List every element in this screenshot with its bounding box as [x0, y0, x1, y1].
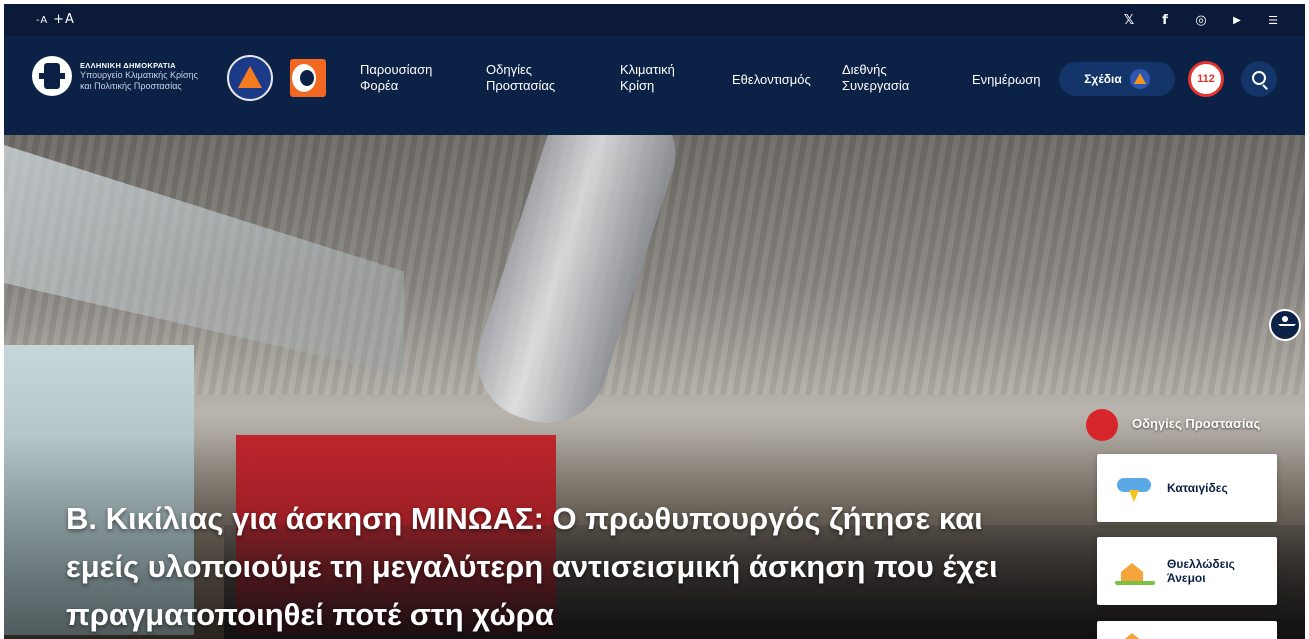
menu-item-label: Προστασίας: [486, 78, 556, 93]
menu-item-presentation[interactable]: Παρουσίαση Φορέα: [360, 62, 432, 94]
instagram-icon[interactable]: ◎: [1193, 12, 1209, 28]
guide-item-winds[interactable]: Θυελλώδεις Άνεμοι: [1097, 537, 1277, 605]
facebook-icon[interactable]: f: [1157, 12, 1173, 28]
menu-item-news[interactable]: Ενημέρωση: [972, 72, 1041, 88]
menu-item-international[interactable]: Διεθνής Συνεργασία: [842, 62, 909, 94]
ministry-logo-link[interactable]: ΕΛΛΗΝΙΚΗ ΔΗΜΟΚΡΑΤΙΑ Υπουργείο Κλιματικής…: [32, 56, 198, 96]
accessibility-icon[interactable]: [1269, 309, 1301, 341]
guide-item-next[interactable]: [1097, 621, 1277, 639]
civil-protection-icon: [1129, 69, 1150, 89]
ministry-line2: Υπουργείο Κλιματικής Κρίσης: [80, 69, 198, 80]
font-size-controls: -A +A: [36, 12, 75, 27]
search-icon[interactable]: [1241, 61, 1277, 97]
secondary-logo-icon[interactable]: [290, 59, 326, 97]
page: -A +A 𝕏 f ◎ ▶ ☰ ΕΛΛΗΝΙΚΗ ΔΗΜΟΚΡΑΤΙΑ Υπου…: [4, 4, 1305, 639]
ministry-line1: ΕΛΛΗΝΙΚΗ ΔΗΜΟΚΡΑΤΙΑ: [80, 60, 176, 70]
menu-item-protection-guide[interactable]: Οδηγίες Προστασίας: [486, 62, 555, 94]
plans-button[interactable]: Σχέδια: [1059, 62, 1175, 96]
menu-item-label: Οδηγίες: [486, 62, 533, 77]
guide-item-label: Θυελλώδεις Άνεμοι: [1167, 557, 1235, 585]
font-increase-button[interactable]: +A: [53, 12, 75, 27]
menu-item-label: Διεθνής: [842, 62, 887, 77]
menu-item-label: Εθελοντισμός: [732, 72, 811, 87]
storm-icon: [1115, 468, 1155, 508]
menu-item-label: Κρίση: [620, 78, 655, 93]
wind-house-icon: [1115, 551, 1155, 591]
menu-item-label: Παρουσίαση: [360, 62, 433, 77]
civil-protection-logo-icon[interactable]: [227, 55, 273, 101]
top-utility-bar: -A +A 𝕏 f ◎ ▶ ☰: [4, 4, 1305, 36]
protection-guide-header: Οδηγίες Προστασίας: [1086, 405, 1305, 445]
hero-headline[interactable]: Β. Κικίλιας για άσκηση ΜΙΝΩΑΣ: Ο πρωθυπο…: [66, 495, 1026, 639]
menu-item-label: Ενημέρωση: [972, 72, 1041, 87]
menu-item-label: Συνεργασία: [842, 78, 910, 93]
protection-guide-title: Οδηγίες Προστασίας: [1132, 416, 1261, 431]
rss-icon[interactable]: ☰: [1265, 12, 1281, 28]
font-decrease-button[interactable]: -A: [36, 15, 48, 26]
emergency-112-button[interactable]: 112: [1188, 61, 1224, 97]
emergency-label: 112: [1197, 73, 1215, 85]
guide-item-line2: Άνεμοι: [1167, 571, 1206, 585]
social-links: 𝕏 f ◎ ▶ ☰: [1121, 12, 1281, 28]
ministry-line3: και Πολιτικής Προστασίας: [80, 80, 182, 91]
menu-item-volunteering[interactable]: Εθελοντισμός: [732, 72, 811, 88]
menu-item-label: Κλιματική: [620, 62, 675, 77]
youtube-icon[interactable]: ▶: [1229, 12, 1245, 28]
guide-item-line1: Θυελλώδεις: [1167, 557, 1235, 571]
menu-item-climate-crisis[interactable]: Κλιματική Κρίση: [620, 62, 675, 94]
menu-item-label: Φορέα: [360, 78, 399, 93]
ministry-name: ΕΛΛΗΝΙΚΗ ΔΗΜΟΚΡΑΤΙΑ Υπουργείο Κλιματικής…: [80, 61, 198, 92]
greek-emblem-icon: [32, 56, 72, 96]
main-navigation: ΕΛΛΗΝΙΚΗ ΔΗΜΟΚΡΑΤΙΑ Υπουργείο Κλιματικής…: [4, 36, 1305, 135]
guide-bubble-icon: [1086, 409, 1118, 441]
guide-item-storms[interactable]: Καταιγίδες: [1097, 454, 1277, 522]
guide-item-label: Καταιγίδες: [1167, 481, 1228, 495]
x-icon[interactable]: 𝕏: [1121, 12, 1137, 28]
plans-label: Σχέδια: [1084, 72, 1122, 86]
house-icon: [1115, 621, 1155, 639]
hero-banner[interactable]: Β. Κικίλιας για άσκηση ΜΙΝΩΑΣ: Ο πρωθυπο…: [4, 135, 1305, 639]
